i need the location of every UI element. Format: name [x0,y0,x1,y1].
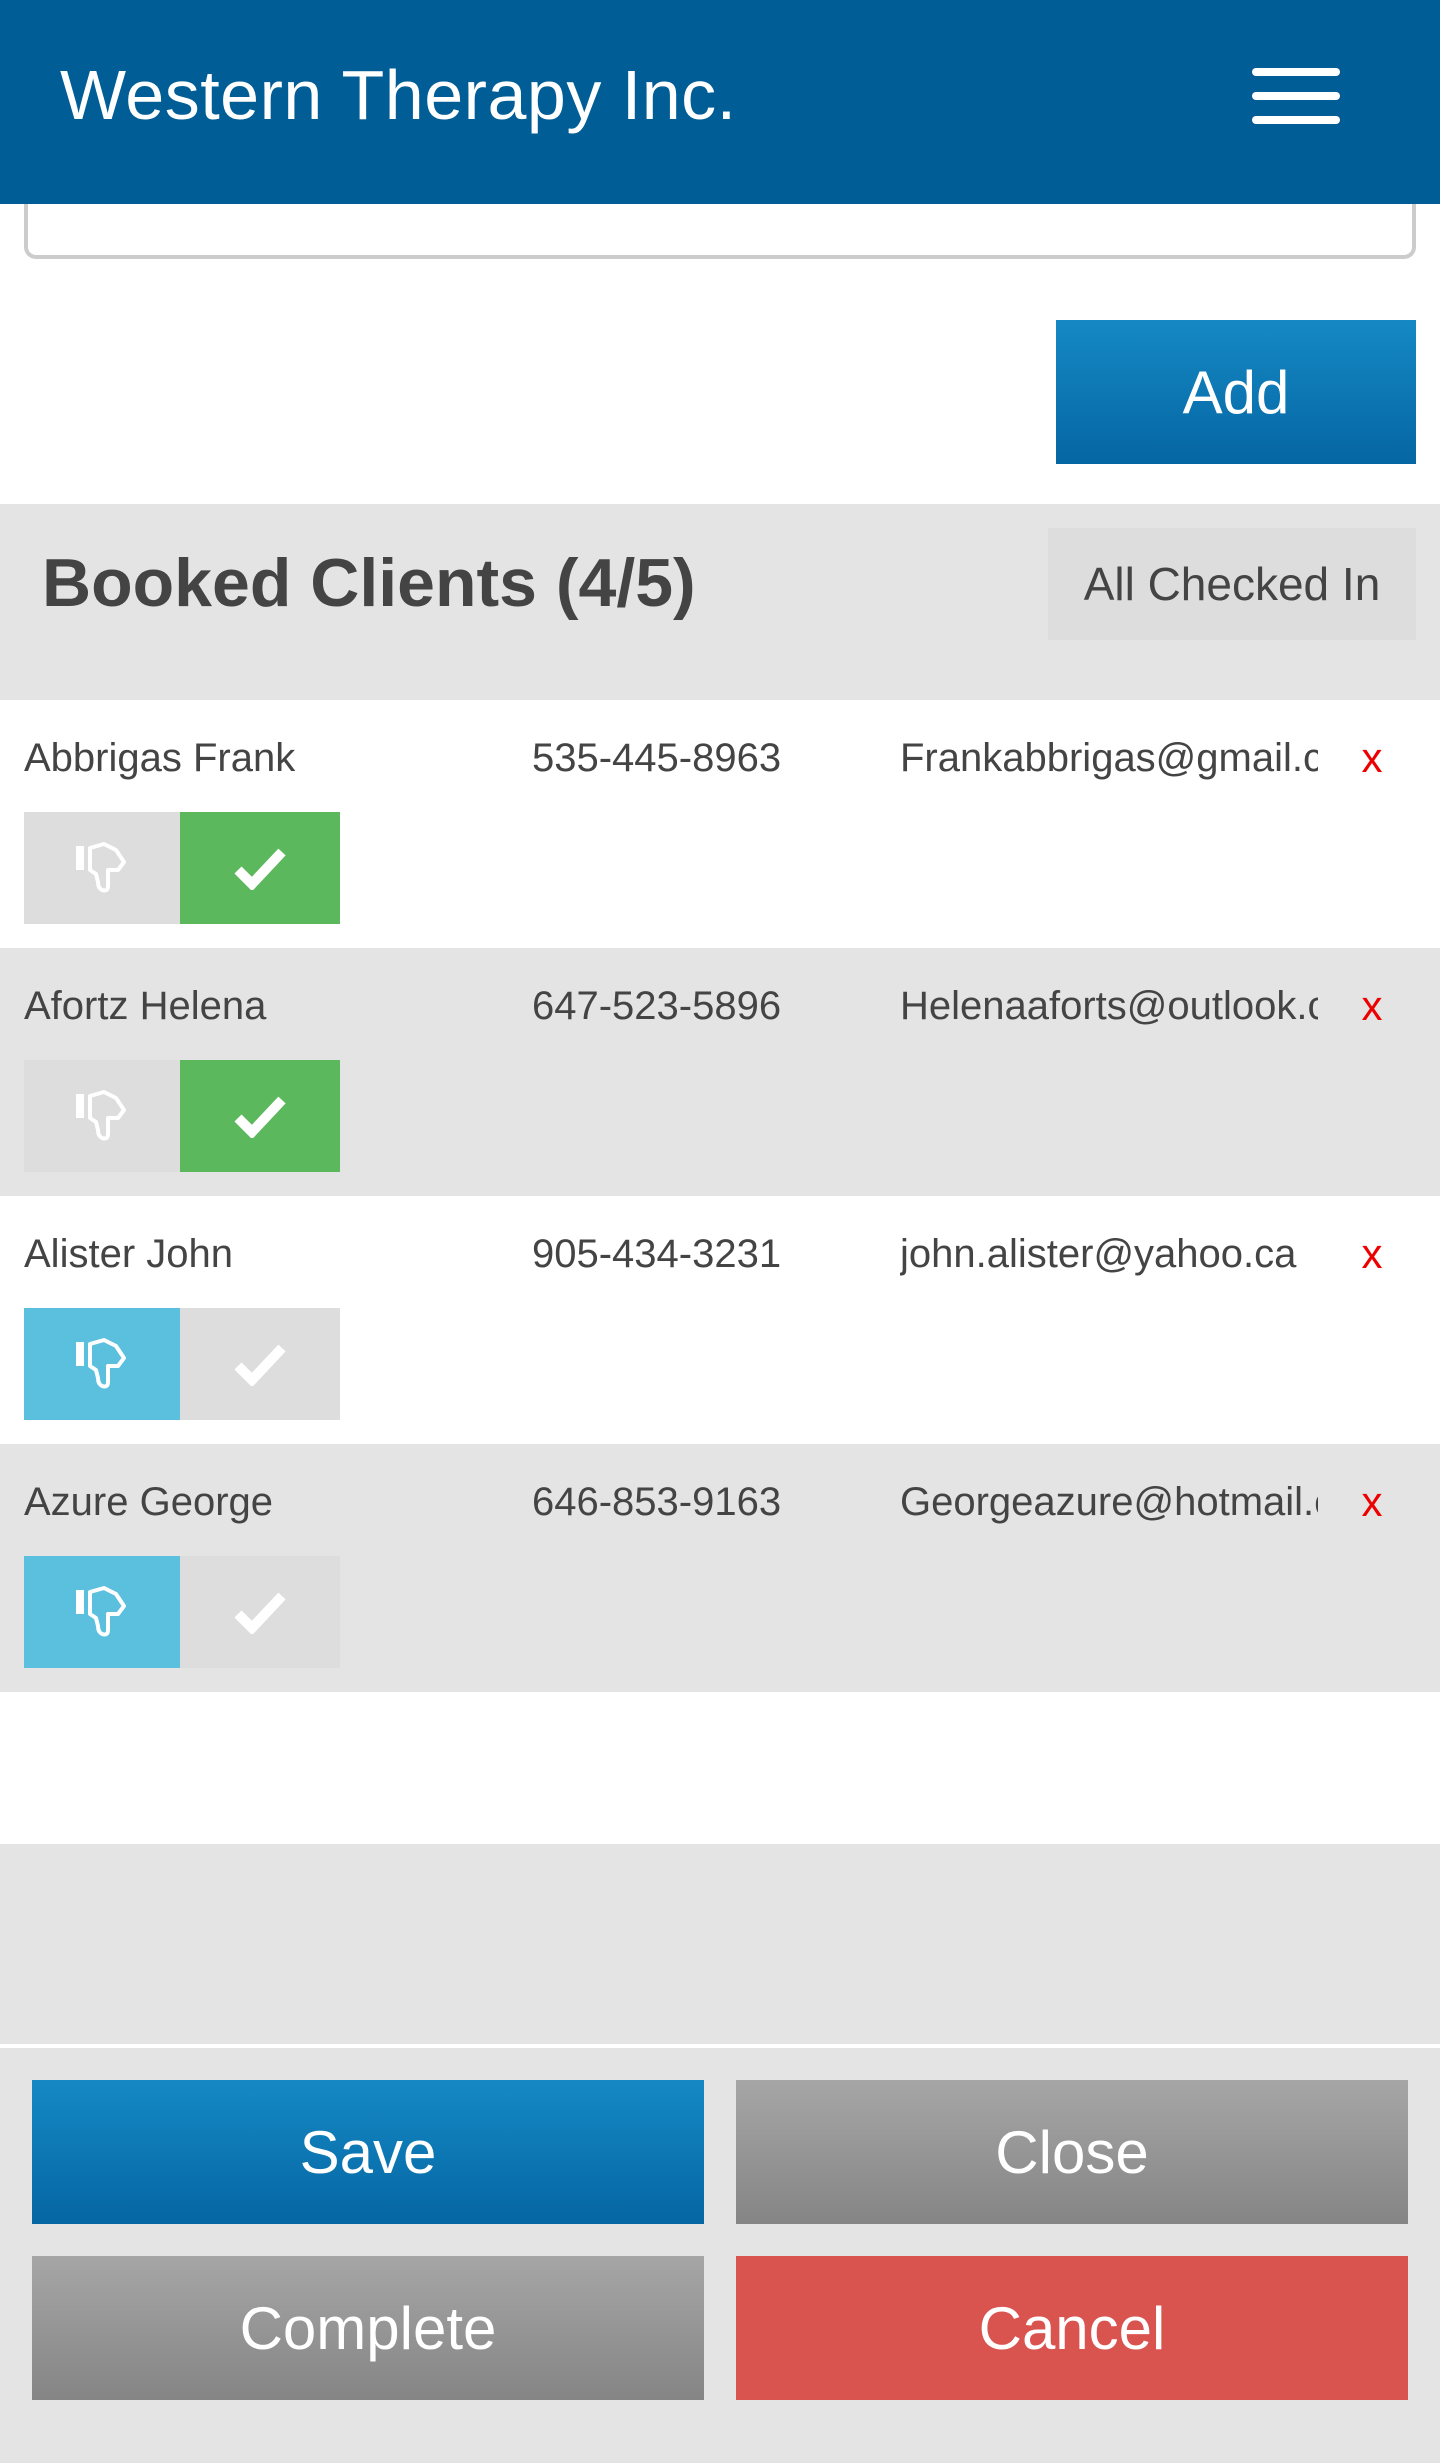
app-header: Western Therapy Inc. [0,0,1440,204]
check-in-button[interactable] [180,1556,340,1668]
attendance-toggle [24,1060,340,1172]
attendance-toggle [24,1308,340,1420]
check-in-button[interactable] [180,1308,340,1420]
content-spacer [0,1844,1440,2044]
close-button[interactable]: Close [736,2080,1408,2224]
checkmark-icon [234,1592,286,1634]
client-row: Alister John 905-434-3231 john.alister@yah… [0,1196,1440,1444]
thumbs-down-icon [76,1090,126,1141]
all-checked-in-button[interactable]: All Checked In [1048,528,1416,640]
save-button[interactable]: Save [32,2080,704,2224]
no-show-button[interactable] [24,812,180,924]
menu-line [1252,68,1340,76]
client-list: Abbrigas Frank 535-445-8963 Frankabbrigas@… [0,700,1440,1692]
check-in-button[interactable] [180,1060,340,1172]
client-email: john.alister@yahoo.ca [900,1232,1297,1276]
app-title: Western Therapy Inc. [60,56,737,134]
cancel-button[interactable]: Cancel [736,2256,1408,2400]
checkmark-icon [234,1344,286,1386]
client-name: Alister John [24,1232,233,1276]
client-phone: 647-523-5896 [532,984,782,1028]
booked-clients-header: Booked Clients (4/5) All Checked In [0,504,1440,700]
check-in-button[interactable] [180,812,340,924]
remove-client-icon[interactable]: x [1356,730,1388,786]
booked-clients-title: Booked Clients (4/5) [42,545,696,621]
thumbs-down-icon [76,1586,126,1637]
client-row: Azure George 646-853-9163 Georgeazure@hotm… [0,1444,1440,1692]
add-button[interactable]: Add [1056,320,1416,464]
client-name: Abbrigas Frank [24,736,296,780]
client-row: Afortz Helena 647-523-5896 Helenaaforts@ou… [0,948,1440,1196]
list-spacer [0,1692,1440,1844]
client-phone: 905-434-3231 [532,1232,782,1276]
client-email: Georgeazure@hotmail.com [900,1480,1318,1524]
client-email: Frankabbrigas@gmail.com [900,736,1318,780]
client-phone: 646-853-9163 [532,1480,782,1524]
client-row: Abbrigas Frank 535-445-8963 Frankabbrigas@… [0,700,1440,948]
remove-client-icon[interactable]: x [1356,1226,1388,1282]
checkmark-icon [234,848,286,890]
client-name: Afortz Helena [24,984,267,1028]
complete-button[interactable]: Complete [32,2256,704,2400]
menu-line [1252,116,1340,124]
no-show-button[interactable] [24,1308,180,1420]
action-footer: Save Close Complete Cancel [0,2048,1440,2463]
client-phone: 535-445-8963 [532,736,782,780]
attendance-toggle [24,812,340,924]
client-email: Helenaaforts@outlook.com [900,984,1318,1028]
no-show-button[interactable] [24,1060,180,1172]
thumbs-down-icon [76,1338,126,1389]
remove-client-icon[interactable]: x [1356,978,1388,1034]
thumbs-down-icon [76,842,126,893]
menu-line [1252,92,1340,100]
checkmark-icon [234,1096,286,1138]
remove-client-icon[interactable]: x [1356,1474,1388,1530]
hamburger-menu-icon[interactable] [1244,56,1348,136]
client-name: Azure George [24,1480,274,1524]
no-show-button[interactable] [24,1556,180,1668]
attendance-toggle [24,1556,340,1668]
